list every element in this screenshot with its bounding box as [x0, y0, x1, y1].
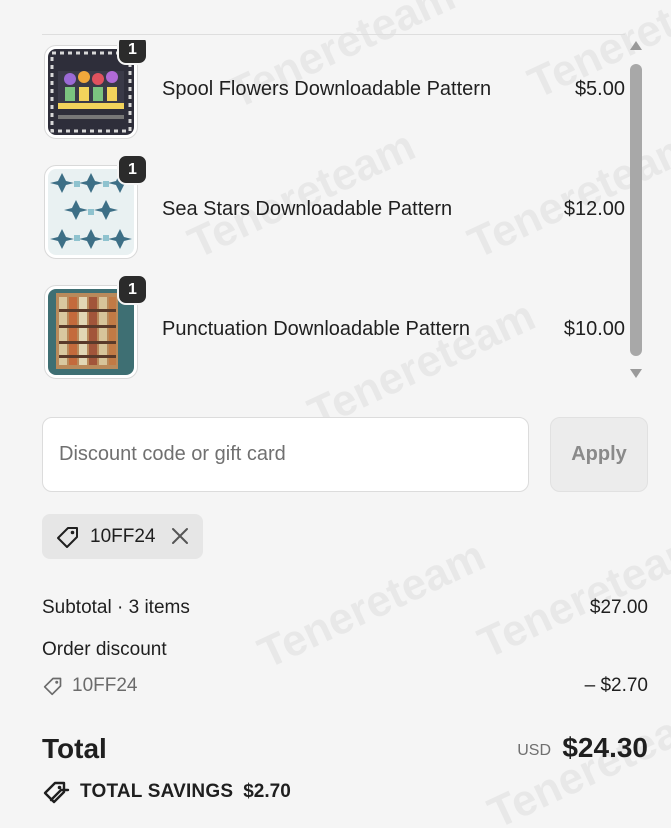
apply-button[interactable]: Apply [550, 417, 648, 492]
cart-item-list[interactable]: 1 Spool Flowers Downloadable Pattern $5.… [42, 40, 625, 380]
order-discount-value: – $2.70 [584, 675, 648, 696]
cart-item: 1 Spool Flowers Downloadable Pattern $5.… [42, 40, 625, 139]
applied-discount-chip: 10FF24 [42, 514, 203, 559]
quantity-badge: 1 [117, 40, 148, 65]
total-savings-label: TOTAL SAVINGS [80, 781, 234, 802]
watermark: Tenereteam [470, 520, 671, 669]
top-divider [42, 34, 625, 35]
product-thumbnail: 1 [44, 40, 148, 139]
scroll-up-arrow-icon[interactable] [630, 41, 642, 50]
order-discount-label: Order discount [42, 639, 167, 660]
cart-item: 1 Punctuation Downloadable Pattern $10.0… [42, 274, 625, 379]
total-value: $24.30 [562, 732, 648, 763]
quantity-badge: 1 [117, 274, 148, 305]
product-price: $10.00 [563, 318, 625, 340]
order-discount-code-row: 10FF24 [42, 675, 137, 697]
applied-discount-code: 10FF24 [90, 526, 156, 547]
scrollbar-thumb[interactable] [630, 64, 642, 356]
watermark: Tenereteam [250, 530, 493, 679]
savings-tag-icon [43, 781, 70, 804]
subtotal-label: Subtotal · 3 items [42, 597, 190, 618]
product-thumbnail: 1 [44, 274, 148, 379]
total-savings-value: $2.70 [243, 781, 291, 802]
order-discount-code: 10FF24 [72, 675, 138, 696]
subtotal-value: $27.00 [589, 597, 648, 618]
scroll-down-arrow-icon[interactable] [630, 369, 642, 378]
product-price: $12.00 [563, 198, 625, 220]
quantity-badge: 1 [117, 154, 148, 185]
total-label: Total [42, 733, 107, 764]
total-savings: TOTAL SAVINGS $2.70 [42, 780, 291, 804]
tag-icon [43, 677, 62, 696]
product-name: Spool Flowers Downloadable Pattern [162, 78, 492, 100]
discount-code-input[interactable] [42, 417, 529, 492]
product-name: Punctuation Downloadable Pattern [162, 318, 470, 340]
remove-discount-close-icon[interactable] [168, 524, 192, 548]
currency-code: USD [517, 742, 551, 759]
tag-icon [57, 527, 78, 548]
product-name: Sea Stars Downloadable Pattern [162, 198, 453, 220]
cart-scrollbar[interactable] [628, 38, 644, 382]
product-thumbnail: 1 [44, 154, 148, 259]
product-price: $5.00 [574, 78, 625, 100]
cart-item: 1 Sea Stars Downloadable Pattern $12.00 [42, 154, 625, 259]
